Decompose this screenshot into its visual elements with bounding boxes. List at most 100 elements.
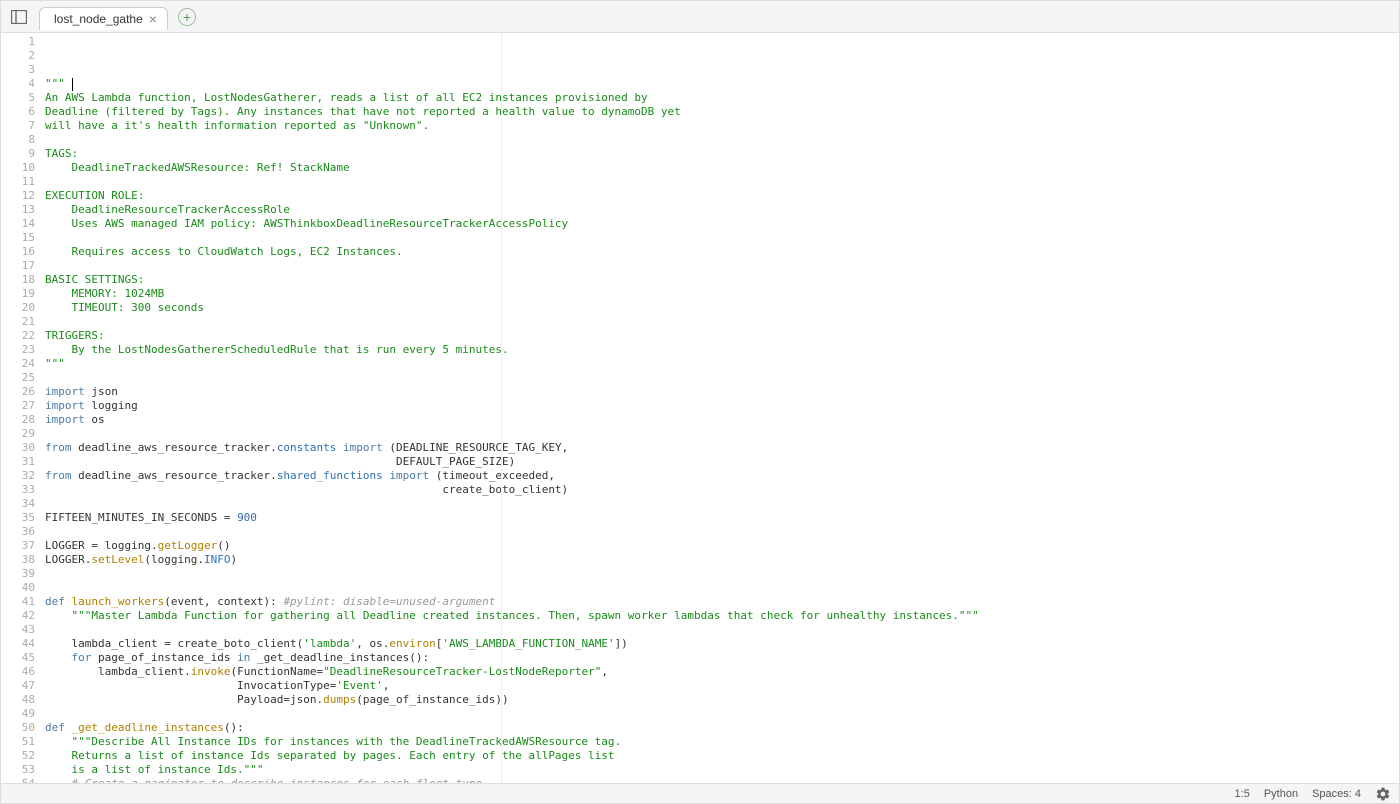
code-line[interactable]: create_boto_client) <box>45 483 1399 497</box>
line-number: 33 <box>1 483 35 497</box>
cursor-position[interactable]: 1:5 <box>1235 788 1250 800</box>
code-line[interactable]: Requires access to CloudWatch Logs, EC2 … <box>45 245 1399 259</box>
code-line[interactable]: An AWS Lambda function, LostNodesGathere… <box>45 91 1399 105</box>
line-number: 43 <box>1 623 35 637</box>
code-line[interactable]: """ <box>45 357 1399 371</box>
code-line[interactable] <box>45 497 1399 511</box>
line-number: 26 <box>1 385 35 399</box>
file-tab[interactable]: lost_node_gathe × <box>39 7 168 30</box>
language-mode[interactable]: Python <box>1264 788 1298 800</box>
code-line[interactable]: InvocationType='Event', <box>45 679 1399 693</box>
panel-icon[interactable] <box>9 7 29 27</box>
tab-bar: lost_node_gathe × + <box>1 1 1399 33</box>
code-line[interactable]: TRIGGERS: <box>45 329 1399 343</box>
indent-mode[interactable]: Spaces: 4 <box>1312 788 1361 800</box>
code-line[interactable]: Payload=json.dumps(page_of_instance_ids)… <box>45 693 1399 707</box>
code-line[interactable]: import logging <box>45 399 1399 413</box>
code-line[interactable] <box>45 427 1399 441</box>
code-line[interactable]: BASIC SETTINGS: <box>45 273 1399 287</box>
code-line[interactable] <box>45 525 1399 539</box>
tab-title: lost_node_gathe <box>54 12 143 26</box>
code-line[interactable]: FIFTEEN_MINUTES_IN_SECONDS = 900 <box>45 511 1399 525</box>
code-line[interactable]: for page_of_instance_ids in _get_deadlin… <box>45 651 1399 665</box>
line-number: 48 <box>1 693 35 707</box>
editor-area[interactable]: 1234567891011121314151617181920212223242… <box>1 33 1399 783</box>
line-number: 14 <box>1 217 35 231</box>
close-icon[interactable]: × <box>149 12 157 26</box>
line-number: 3 <box>1 63 35 77</box>
code-line[interactable]: MEMORY: 1024MB <box>45 287 1399 301</box>
line-number: 20 <box>1 301 35 315</box>
code-line[interactable]: DEFAULT_PAGE_SIZE) <box>45 455 1399 469</box>
code-line[interactable]: import json <box>45 385 1399 399</box>
status-bar: 1:5 Python Spaces: 4 <box>1 783 1399 803</box>
code-line[interactable]: By the LostNodesGathererScheduledRule th… <box>45 343 1399 357</box>
line-number: 17 <box>1 259 35 273</box>
code-line[interactable]: Uses AWS managed IAM policy: AWSThinkbox… <box>45 217 1399 231</box>
code-line[interactable]: from deadline_aws_resource_tracker.share… <box>45 469 1399 483</box>
code-line[interactable]: lambda_client = create_boto_client('lamb… <box>45 637 1399 651</box>
code-line[interactable] <box>45 623 1399 637</box>
line-number: 46 <box>1 665 35 679</box>
text-cursor <box>72 78 73 91</box>
code-line[interactable] <box>45 707 1399 721</box>
line-number: 4 <box>1 77 35 91</box>
code-content[interactable]: """ An AWS Lambda function, LostNodesGat… <box>41 33 1399 783</box>
code-line[interactable]: EXECUTION ROLE: <box>45 189 1399 203</box>
line-number: 36 <box>1 525 35 539</box>
line-number: 54 <box>1 777 35 783</box>
line-number: 1 <box>1 35 35 49</box>
code-line[interactable]: """Master Lambda Function for gathering … <box>45 609 1399 623</box>
line-number: 30 <box>1 441 35 455</box>
code-line[interactable]: from deadline_aws_resource_tracker.const… <box>45 441 1399 455</box>
line-number: 15 <box>1 231 35 245</box>
code-line[interactable] <box>45 371 1399 385</box>
line-number: 35 <box>1 511 35 525</box>
code-line[interactable]: Deadline (filtered by Tags). Any instanc… <box>45 105 1399 119</box>
line-number: 22 <box>1 329 35 343</box>
code-line[interactable] <box>45 175 1399 189</box>
code-line[interactable] <box>45 133 1399 147</box>
code-line[interactable]: import os <box>45 413 1399 427</box>
code-line[interactable]: is a list of instance Ids.""" <box>45 763 1399 777</box>
code-line[interactable]: LOGGER = logging.getLogger() <box>45 539 1399 553</box>
add-tab-button[interactable]: + <box>178 8 196 26</box>
line-number: 44 <box>1 637 35 651</box>
line-gutter: 1234567891011121314151617181920212223242… <box>1 33 41 783</box>
code-line[interactable] <box>45 315 1399 329</box>
code-line[interactable]: Returns a list of instance Ids separated… <box>45 749 1399 763</box>
line-number: 23 <box>1 343 35 357</box>
code-line[interactable]: DeadlineResourceTrackerAccessRole <box>45 203 1399 217</box>
line-number: 51 <box>1 735 35 749</box>
code-line[interactable]: """ <box>45 77 1399 91</box>
line-number: 34 <box>1 497 35 511</box>
code-line[interactable]: TIMEOUT: 300 seconds <box>45 301 1399 315</box>
line-number: 37 <box>1 539 35 553</box>
code-line[interactable]: """Describe All Instance IDs for instanc… <box>45 735 1399 749</box>
line-number: 8 <box>1 133 35 147</box>
code-line[interactable] <box>45 581 1399 595</box>
line-number: 50 <box>1 721 35 735</box>
gear-icon[interactable] <box>1375 786 1391 802</box>
code-line[interactable]: lambda_client.invoke(FunctionName="Deadl… <box>45 665 1399 679</box>
code-line[interactable] <box>45 259 1399 273</box>
line-number: 12 <box>1 189 35 203</box>
code-line[interactable]: def launch_workers(event, context): #pyl… <box>45 595 1399 609</box>
line-number: 28 <box>1 413 35 427</box>
code-line[interactable]: will have a it's health information repo… <box>45 119 1399 133</box>
code-line[interactable] <box>45 567 1399 581</box>
code-line[interactable]: def _get_deadline_instances(): <box>45 721 1399 735</box>
line-number: 11 <box>1 175 35 189</box>
code-line[interactable]: TAGS: <box>45 147 1399 161</box>
line-number: 9 <box>1 147 35 161</box>
line-number: 53 <box>1 763 35 777</box>
line-number: 31 <box>1 455 35 469</box>
code-line[interactable]: # Create a paginator to describe instanc… <box>45 777 1399 783</box>
line-number: 41 <box>1 595 35 609</box>
line-number: 38 <box>1 553 35 567</box>
code-line[interactable] <box>45 231 1399 245</box>
code-line[interactable]: DeadlineTrackedAWSResource: Ref! StackNa… <box>45 161 1399 175</box>
line-number: 45 <box>1 651 35 665</box>
line-number: 32 <box>1 469 35 483</box>
code-line[interactable]: LOGGER.setLevel(logging.INFO) <box>45 553 1399 567</box>
